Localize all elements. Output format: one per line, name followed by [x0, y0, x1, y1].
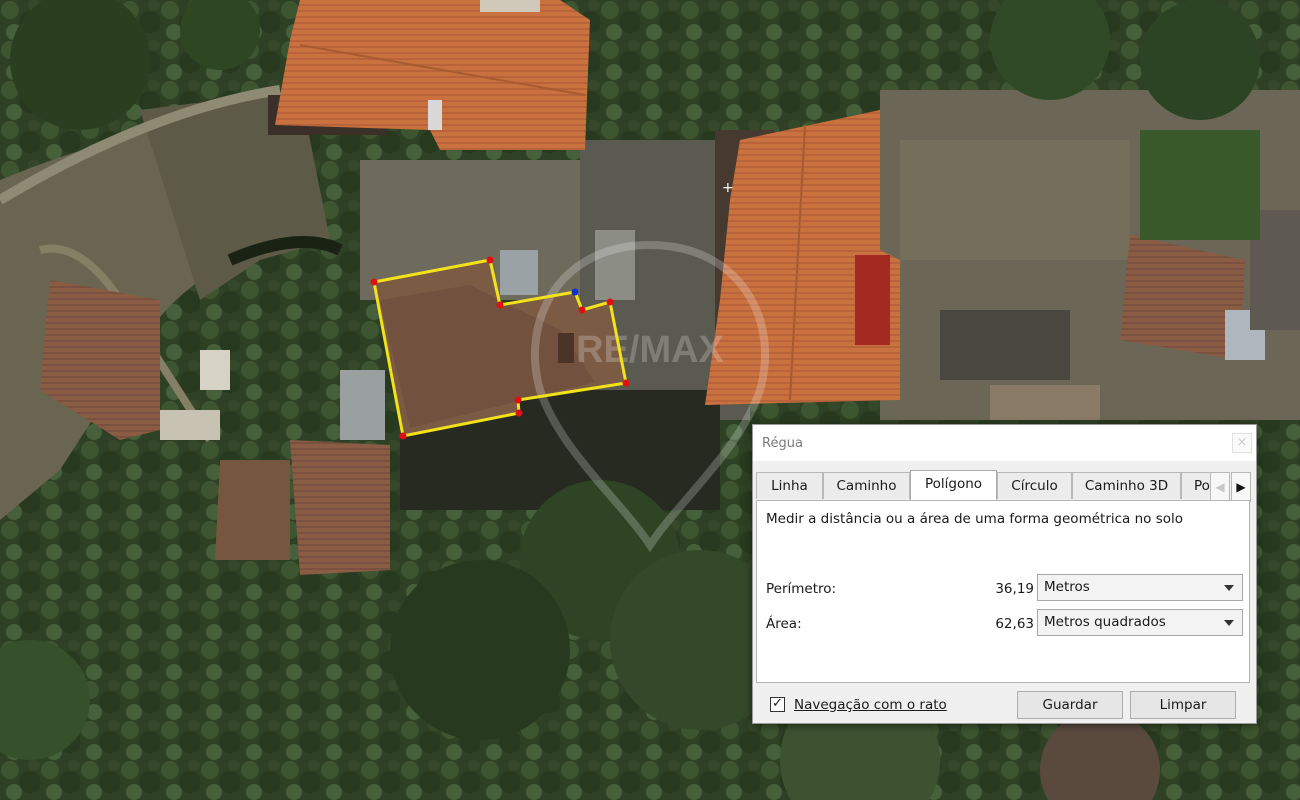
polygon-vertex[interactable] [370, 278, 378, 286]
polygon-vertex[interactable] [399, 432, 407, 440]
tab-circulo[interactable]: Círculo [997, 472, 1072, 499]
polygon-vertex[interactable] [486, 256, 494, 264]
polygon-vertex[interactable] [578, 306, 586, 314]
polygon-vertex[interactable] [606, 298, 614, 306]
save-button-label: Guardar [1042, 697, 1098, 713]
tab-linha[interactable]: Linha [756, 472, 823, 499]
crosshair-cursor-icon: + [722, 180, 734, 196]
mouse-navigation-checkbox[interactable]: ✓ [770, 697, 785, 712]
chevron-down-icon [1224, 585, 1234, 591]
dialog-titlebar[interactable]: Régua × [753, 425, 1256, 461]
dialog-title: Régua [762, 436, 803, 451]
polygon-vertex[interactable] [514, 396, 522, 404]
tab-bar: Linha Caminho Polígono Círculo Caminho 3… [756, 470, 1236, 500]
watermark-text: RE/MAX [576, 329, 724, 371]
polygon-panel: Medir a distância ou a área de uma forma… [756, 500, 1250, 683]
close-icon[interactable]: × [1232, 433, 1252, 453]
perimeter-unit-value: Metros [1044, 579, 1090, 595]
tab-poligono[interactable]: Polígono [910, 470, 997, 500]
panel-description: Medir a distância ou a área de uma forma… [766, 511, 1184, 527]
tab-scroll-right-icon[interactable]: ▶ [1231, 472, 1251, 502]
polygon-vertex[interactable] [622, 379, 630, 387]
area-label: Área: [766, 616, 802, 632]
ruler-dialog: Régua × Linha Caminho Polígono Círculo C… [752, 424, 1257, 724]
polygon-vertex[interactable] [515, 409, 523, 417]
tab-caminho-3d[interactable]: Caminho 3D [1072, 472, 1181, 499]
area-value: 62,63 [995, 616, 1034, 632]
perimeter-value: 36,19 [995, 581, 1034, 597]
area-unit-value: Metros quadrados [1044, 614, 1166, 630]
clear-button-label: Limpar [1159, 697, 1207, 713]
area-unit-select[interactable]: Metros quadrados [1037, 609, 1243, 636]
tab-caminho[interactable]: Caminho [823, 472, 910, 499]
polygon-midpoint-handle[interactable] [571, 288, 579, 296]
chevron-down-icon [1224, 620, 1234, 626]
perimeter-unit-select[interactable]: Metros [1037, 574, 1243, 601]
save-button[interactable]: Guardar [1017, 691, 1123, 719]
polygon-vertex[interactable] [496, 301, 504, 309]
tab-scroll-left-icon[interactable]: ◀ [1210, 472, 1230, 502]
perimeter-label: Perímetro: [766, 581, 837, 597]
mouse-navigation-label[interactable]: Navegação com o rato [794, 697, 947, 713]
clear-button[interactable]: Limpar [1130, 691, 1236, 719]
